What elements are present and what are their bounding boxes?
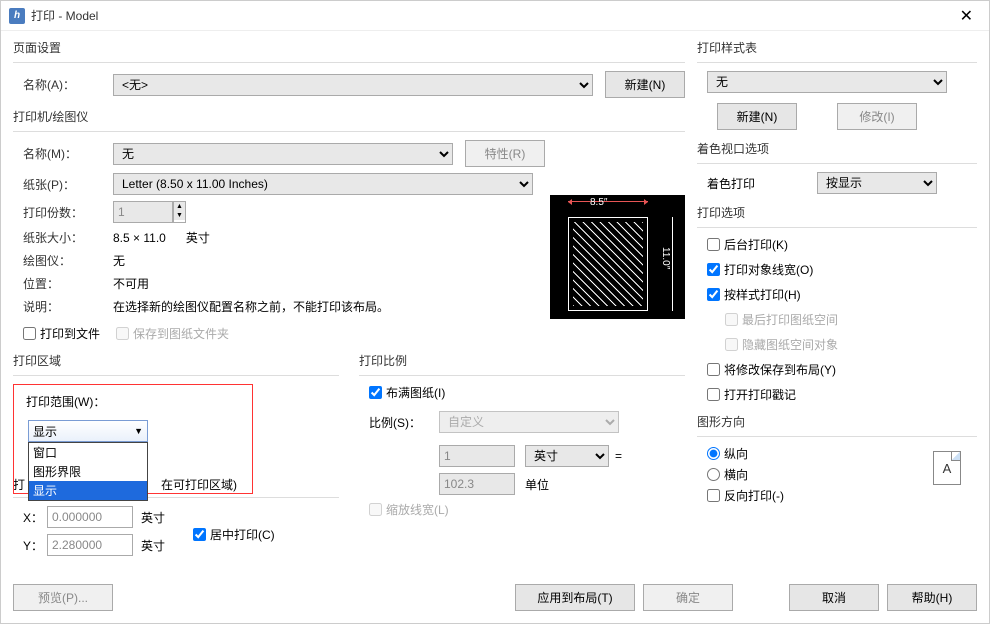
highlight-box: 打印范围(W)： 显示▼ 窗口 图形界限 显示: [13, 384, 253, 494]
ok-button: 确定: [643, 584, 733, 611]
range-dropdown[interactable]: 显示▼ 窗口 图形界限 显示: [28, 420, 246, 442]
group-viewport: 着色视口选项 着色打印 按显示: [697, 140, 977, 194]
desc-value: 在选择新的绘图仪配置名称之前，不能打印该布局。: [113, 298, 389, 315]
group-style-table: 打印样式表 无 新建(N) 修改(I): [697, 39, 977, 130]
offset-x-label: X：: [23, 509, 47, 526]
papersize-label: 纸张大小：: [13, 229, 113, 246]
printer-name-label: 名称(M)：: [13, 145, 113, 162]
copies-stepper[interactable]: ▲▼: [113, 201, 186, 223]
offset-y-unit: 英寸: [133, 537, 165, 554]
window-title: 打印 - Model: [31, 7, 952, 24]
range-opt-limits[interactable]: 图形界限: [29, 462, 147, 481]
preview-height-label: 11.0″: [660, 247, 671, 269]
printer-props-button: 特性(R): [465, 140, 545, 167]
scale-unit-select[interactable]: 英寸: [525, 445, 609, 467]
page-settings-new-button[interactable]: 新建(N): [605, 71, 685, 98]
copies-input[interactable]: [113, 201, 173, 223]
fit-paper-checkbox[interactable]: 布满图纸(I): [369, 384, 685, 401]
bottom-bar: 预览(P)... 应用到布局(T) 确定 取消 帮助(H): [13, 584, 977, 611]
group-printer: 打印机/绘图仪 名称(M)： 无 特性(R) 纸张(P)： Letter (8.…: [13, 108, 685, 342]
copies-label: 打印份数：: [13, 204, 113, 221]
page-settings-name-select[interactable]: <无>: [113, 74, 593, 96]
group-orientation: 图形方向 纵向 横向 反向打印(-) A: [697, 413, 977, 504]
center-print-checkbox[interactable]: 居中打印(C): [193, 526, 275, 543]
close-icon[interactable]: ✕: [952, 6, 981, 26]
desc-label: 说明：: [13, 298, 113, 315]
offset-x-unit: 英寸: [133, 509, 165, 526]
spinner-down-icon[interactable]: ▼: [174, 211, 185, 220]
group-page-settings: 页面设置 名称(A)： <无> 新建(N): [13, 39, 685, 98]
page-settings-title: 页面设置: [13, 39, 685, 56]
styletable-new-button[interactable]: 新建(N): [717, 103, 797, 130]
range-selected: 显示: [33, 423, 57, 440]
opt-stamp-checkbox[interactable]: 打开打印戳记: [707, 386, 977, 403]
ratio-label: 比例(S)：: [369, 414, 439, 431]
offset-x-input[interactable]: [47, 506, 133, 528]
offset-y-label: Y：: [23, 537, 47, 554]
save-folder-checkbox: 保存到图纸文件夹: [116, 325, 229, 342]
printer-name-select[interactable]: 无: [113, 143, 453, 165]
titlebar: h 打印 - Model ✕: [1, 1, 989, 31]
scale-lw-checkbox: 缩放线宽(L): [369, 501, 685, 518]
printer-title: 打印机/绘图仪: [13, 108, 685, 125]
print-to-file-checkbox[interactable]: 打印到文件: [23, 325, 100, 342]
opt-last-checkbox: 最后打印图纸空间: [707, 311, 977, 328]
plotter-value: 无: [113, 252, 125, 269]
help-button[interactable]: 帮助(H): [887, 584, 977, 611]
range-opt-display[interactable]: 显示: [29, 481, 147, 500]
range-dropdown-list: 窗口 图形界限 显示: [28, 442, 148, 501]
viewport-title: 着色视口选项: [697, 140, 977, 157]
papersize-unit: 英寸: [186, 229, 210, 246]
app-logo-icon: h: [9, 8, 25, 24]
paper-label: 纸张(P)：: [13, 176, 113, 193]
styletable-mod-button: 修改(I): [837, 103, 917, 130]
equals-sign: =: [609, 449, 628, 463]
opt-lw-checkbox[interactable]: 打印对象线宽(O): [707, 261, 977, 278]
paper-preview: 8.5″ 11.0″: [550, 195, 685, 319]
styletable-select[interactable]: 无: [707, 71, 947, 93]
paper-select[interactable]: Letter (8.50 x 11.00 Inches): [113, 173, 533, 195]
location-value: 不可用: [113, 275, 149, 292]
orient-portrait-radio[interactable]: 纵向: [707, 445, 933, 462]
scale-den-input: [439, 473, 515, 495]
ratio-select: 自定义: [439, 411, 619, 433]
styletable-title: 打印样式表: [697, 39, 977, 56]
offset-y-input[interactable]: [47, 534, 133, 556]
shade-label: 着色打印: [707, 175, 817, 192]
range-opt-window[interactable]: 窗口: [29, 443, 147, 462]
page-settings-name-label: 名称(A)：: [13, 76, 113, 93]
area-title: 打印区域: [13, 352, 339, 369]
orient-reverse-checkbox[interactable]: 反向打印(-): [707, 487, 933, 504]
papersize-value: 8.5 × 11.0: [113, 231, 166, 245]
preview-width-label: 8.5″: [590, 197, 607, 208]
opt-hide-checkbox: 隐藏图纸空间对象: [707, 336, 977, 353]
scale-unit-text: 单位: [525, 476, 609, 493]
orientation-paper-icon: A: [933, 451, 961, 485]
opt-bg-checkbox[interactable]: 后台打印(K): [707, 236, 977, 253]
preview-button: 预览(P)...: [13, 584, 113, 611]
apply-layout-button[interactable]: 应用到布局(T): [515, 584, 635, 611]
orient-title: 图形方向: [697, 413, 977, 430]
chevron-down-icon: ▼: [134, 426, 143, 436]
location-label: 位置：: [13, 275, 113, 292]
cancel-button[interactable]: 取消: [789, 584, 879, 611]
range-label: 打印范围(W)：: [20, 389, 246, 414]
orient-landscape-radio[interactable]: 横向: [707, 466, 933, 483]
shade-select[interactable]: 按显示: [817, 172, 937, 194]
plotter-label: 绘图仪：: [13, 252, 113, 269]
group-print-options: 打印选项 后台打印(K) 打印对象线宽(O) 按样式打印(H) 最后打印图纸空间…: [697, 204, 977, 403]
opt-style-checkbox[interactable]: 按样式打印(H): [707, 286, 977, 303]
spinner-up-icon[interactable]: ▲: [174, 202, 185, 211]
scale-title: 打印比例: [359, 352, 685, 369]
opt-save-checkbox[interactable]: 将修改保存到布局(Y): [707, 361, 977, 378]
options-title: 打印选项: [697, 204, 977, 221]
scale-num-input: [439, 445, 515, 467]
